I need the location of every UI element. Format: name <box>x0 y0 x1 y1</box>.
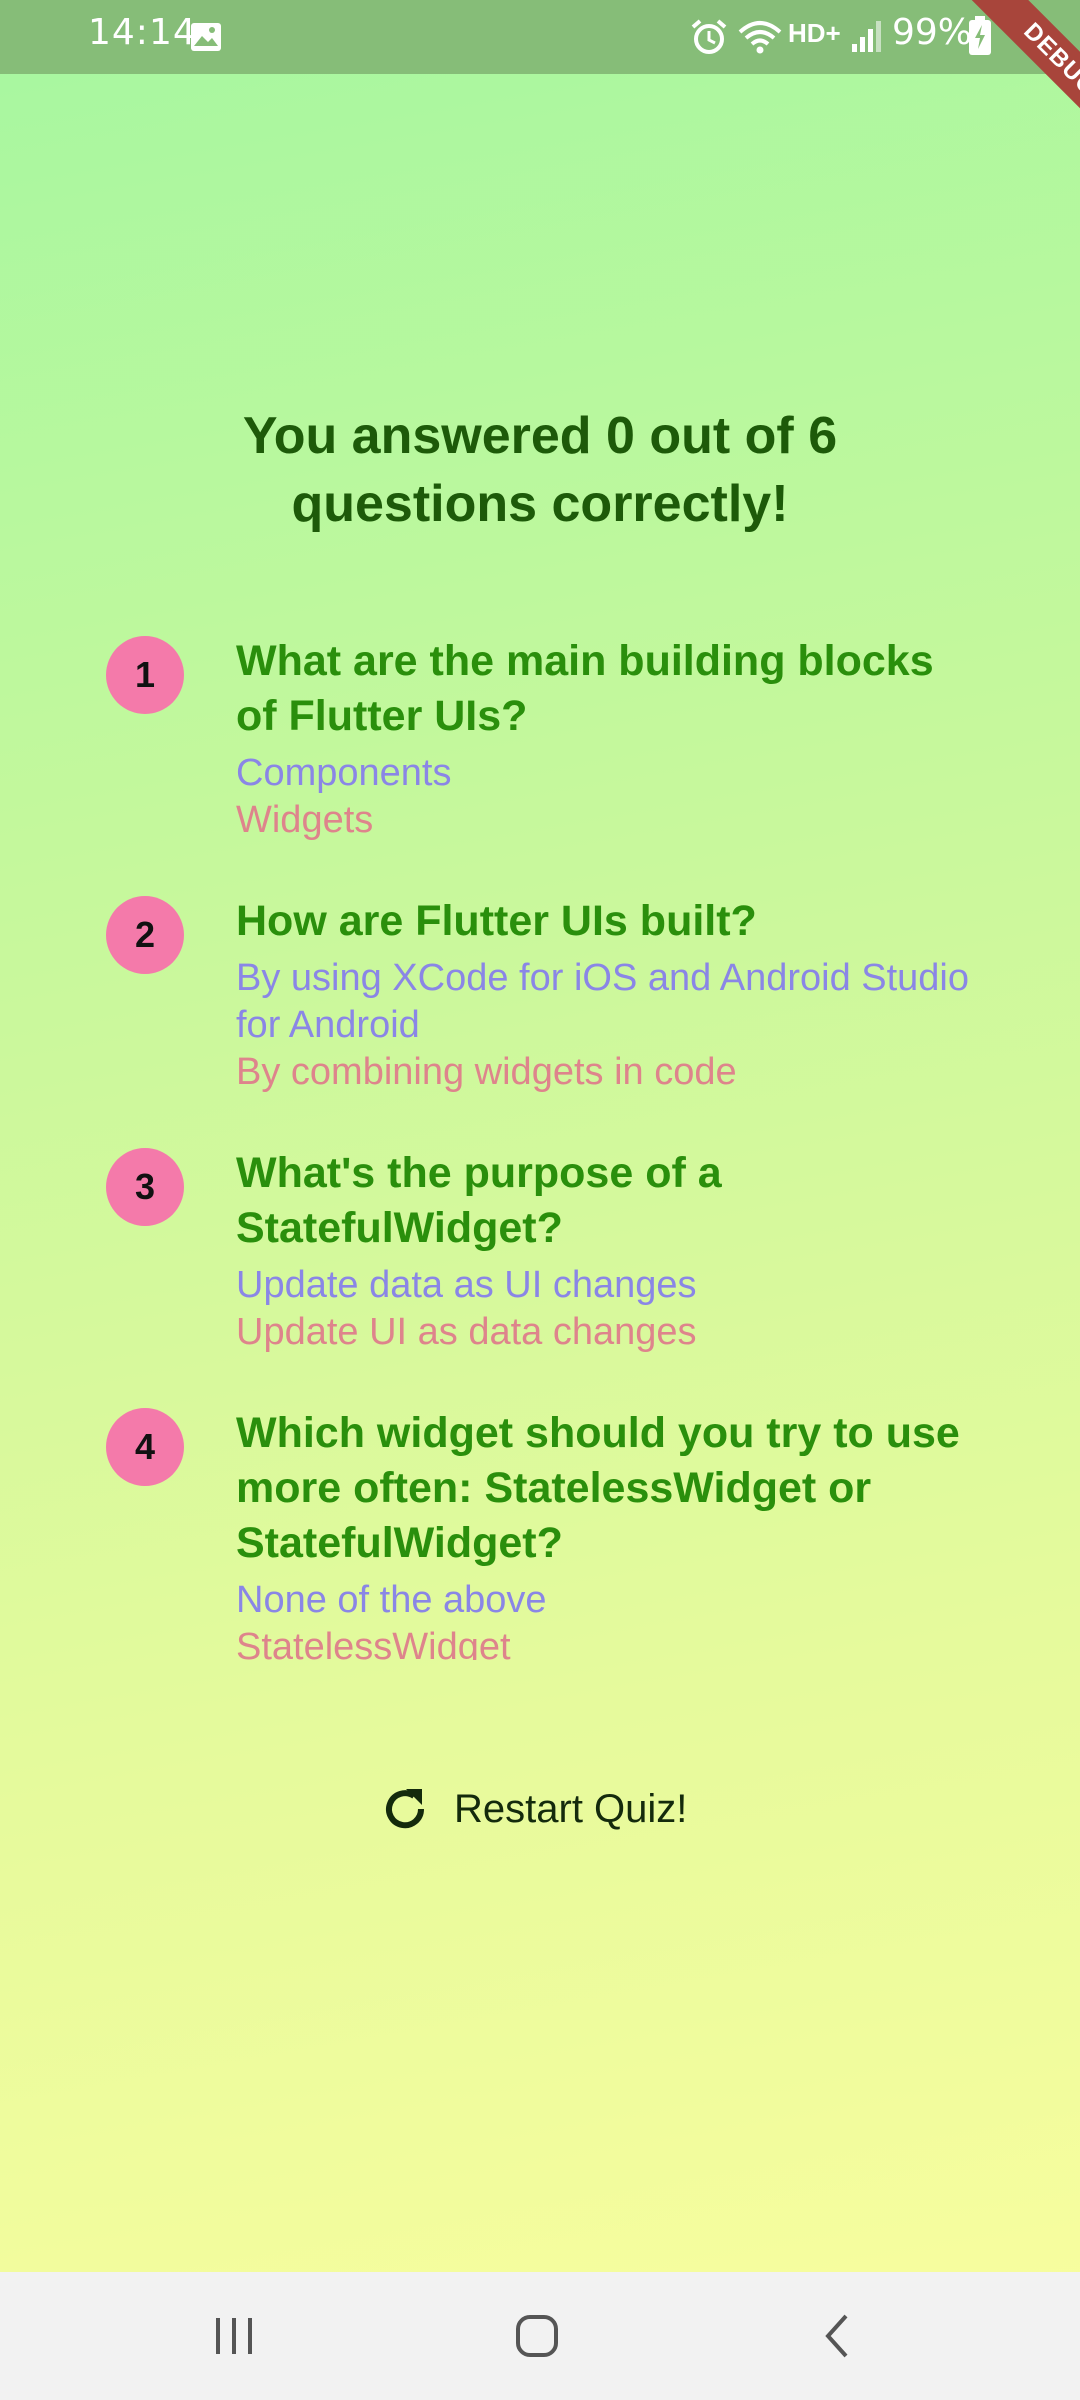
question-text: What are the main building blocks of Flu… <box>236 637 934 740</box>
refresh-icon <box>380 1784 430 1834</box>
recent-apps-icon[interactable] <box>212 2306 256 2370</box>
summary-item: 2 How are Flutter UIs built? By using XC… <box>100 894 980 1096</box>
wifi-icon <box>738 20 782 58</box>
user-answer: None of the above <box>236 1579 547 1621</box>
image-icon <box>190 22 222 56</box>
correct-answer: StatelessWidget <box>236 1626 511 1660</box>
result-title: You answered 0 out of 6 questions correc… <box>242 407 838 533</box>
restart-quiz-label: Restart Quiz! <box>454 1786 688 1831</box>
quiz-results-screen: 14:14 HD+ 99% DEBUG You answered 0 out o… <box>0 0 1080 2400</box>
restart-quiz-button[interactable]: Restart Quiz! <box>380 1774 687 1844</box>
user-answer: Components <box>236 752 452 794</box>
battery-percent: 99% <box>892 12 973 53</box>
battery-charging-icon <box>968 16 992 60</box>
correct-answer: Update UI as data changes <box>236 1311 697 1353</box>
summary-list[interactable]: 1 What are the main building blocks of F… <box>100 634 980 1660</box>
network-type-label: HD+ <box>788 18 841 48</box>
correct-answer: Widgets <box>236 799 374 841</box>
user-answer: Update data as UI changes <box>236 1264 697 1306</box>
correct-answer: By combining widgets in code <box>236 1051 737 1093</box>
home-icon[interactable] <box>512 2306 562 2370</box>
summary-item: 4 Which widget should you try to use mor… <box>100 1406 980 1660</box>
alarm-icon <box>690 18 728 60</box>
question-number-badge: 2 <box>106 896 184 974</box>
summary-item: 3 What's the purpose of a StatefulWidget… <box>100 1146 980 1356</box>
back-icon[interactable] <box>818 2306 858 2370</box>
question-number-badge: 1 <box>106 636 184 714</box>
status-bar: 14:14 HD+ 99% <box>0 0 1080 74</box>
system-nav-bar <box>0 2272 1080 2400</box>
question-number-badge: 3 <box>106 1148 184 1226</box>
question-number-badge: 4 <box>106 1408 184 1486</box>
user-answer: By using XCode for iOS and Android Studi… <box>236 957 970 1046</box>
question-text: What's the purpose of a StatefulWidget? <box>236 1149 722 1252</box>
signal-icon <box>850 18 884 58</box>
question-text: Which widget should you try to use more … <box>236 1409 960 1567</box>
status-time: 14:14 <box>88 12 197 53</box>
summary-item: 1 What are the main building blocks of F… <box>100 634 980 844</box>
question-text: How are Flutter UIs built? <box>236 897 757 945</box>
